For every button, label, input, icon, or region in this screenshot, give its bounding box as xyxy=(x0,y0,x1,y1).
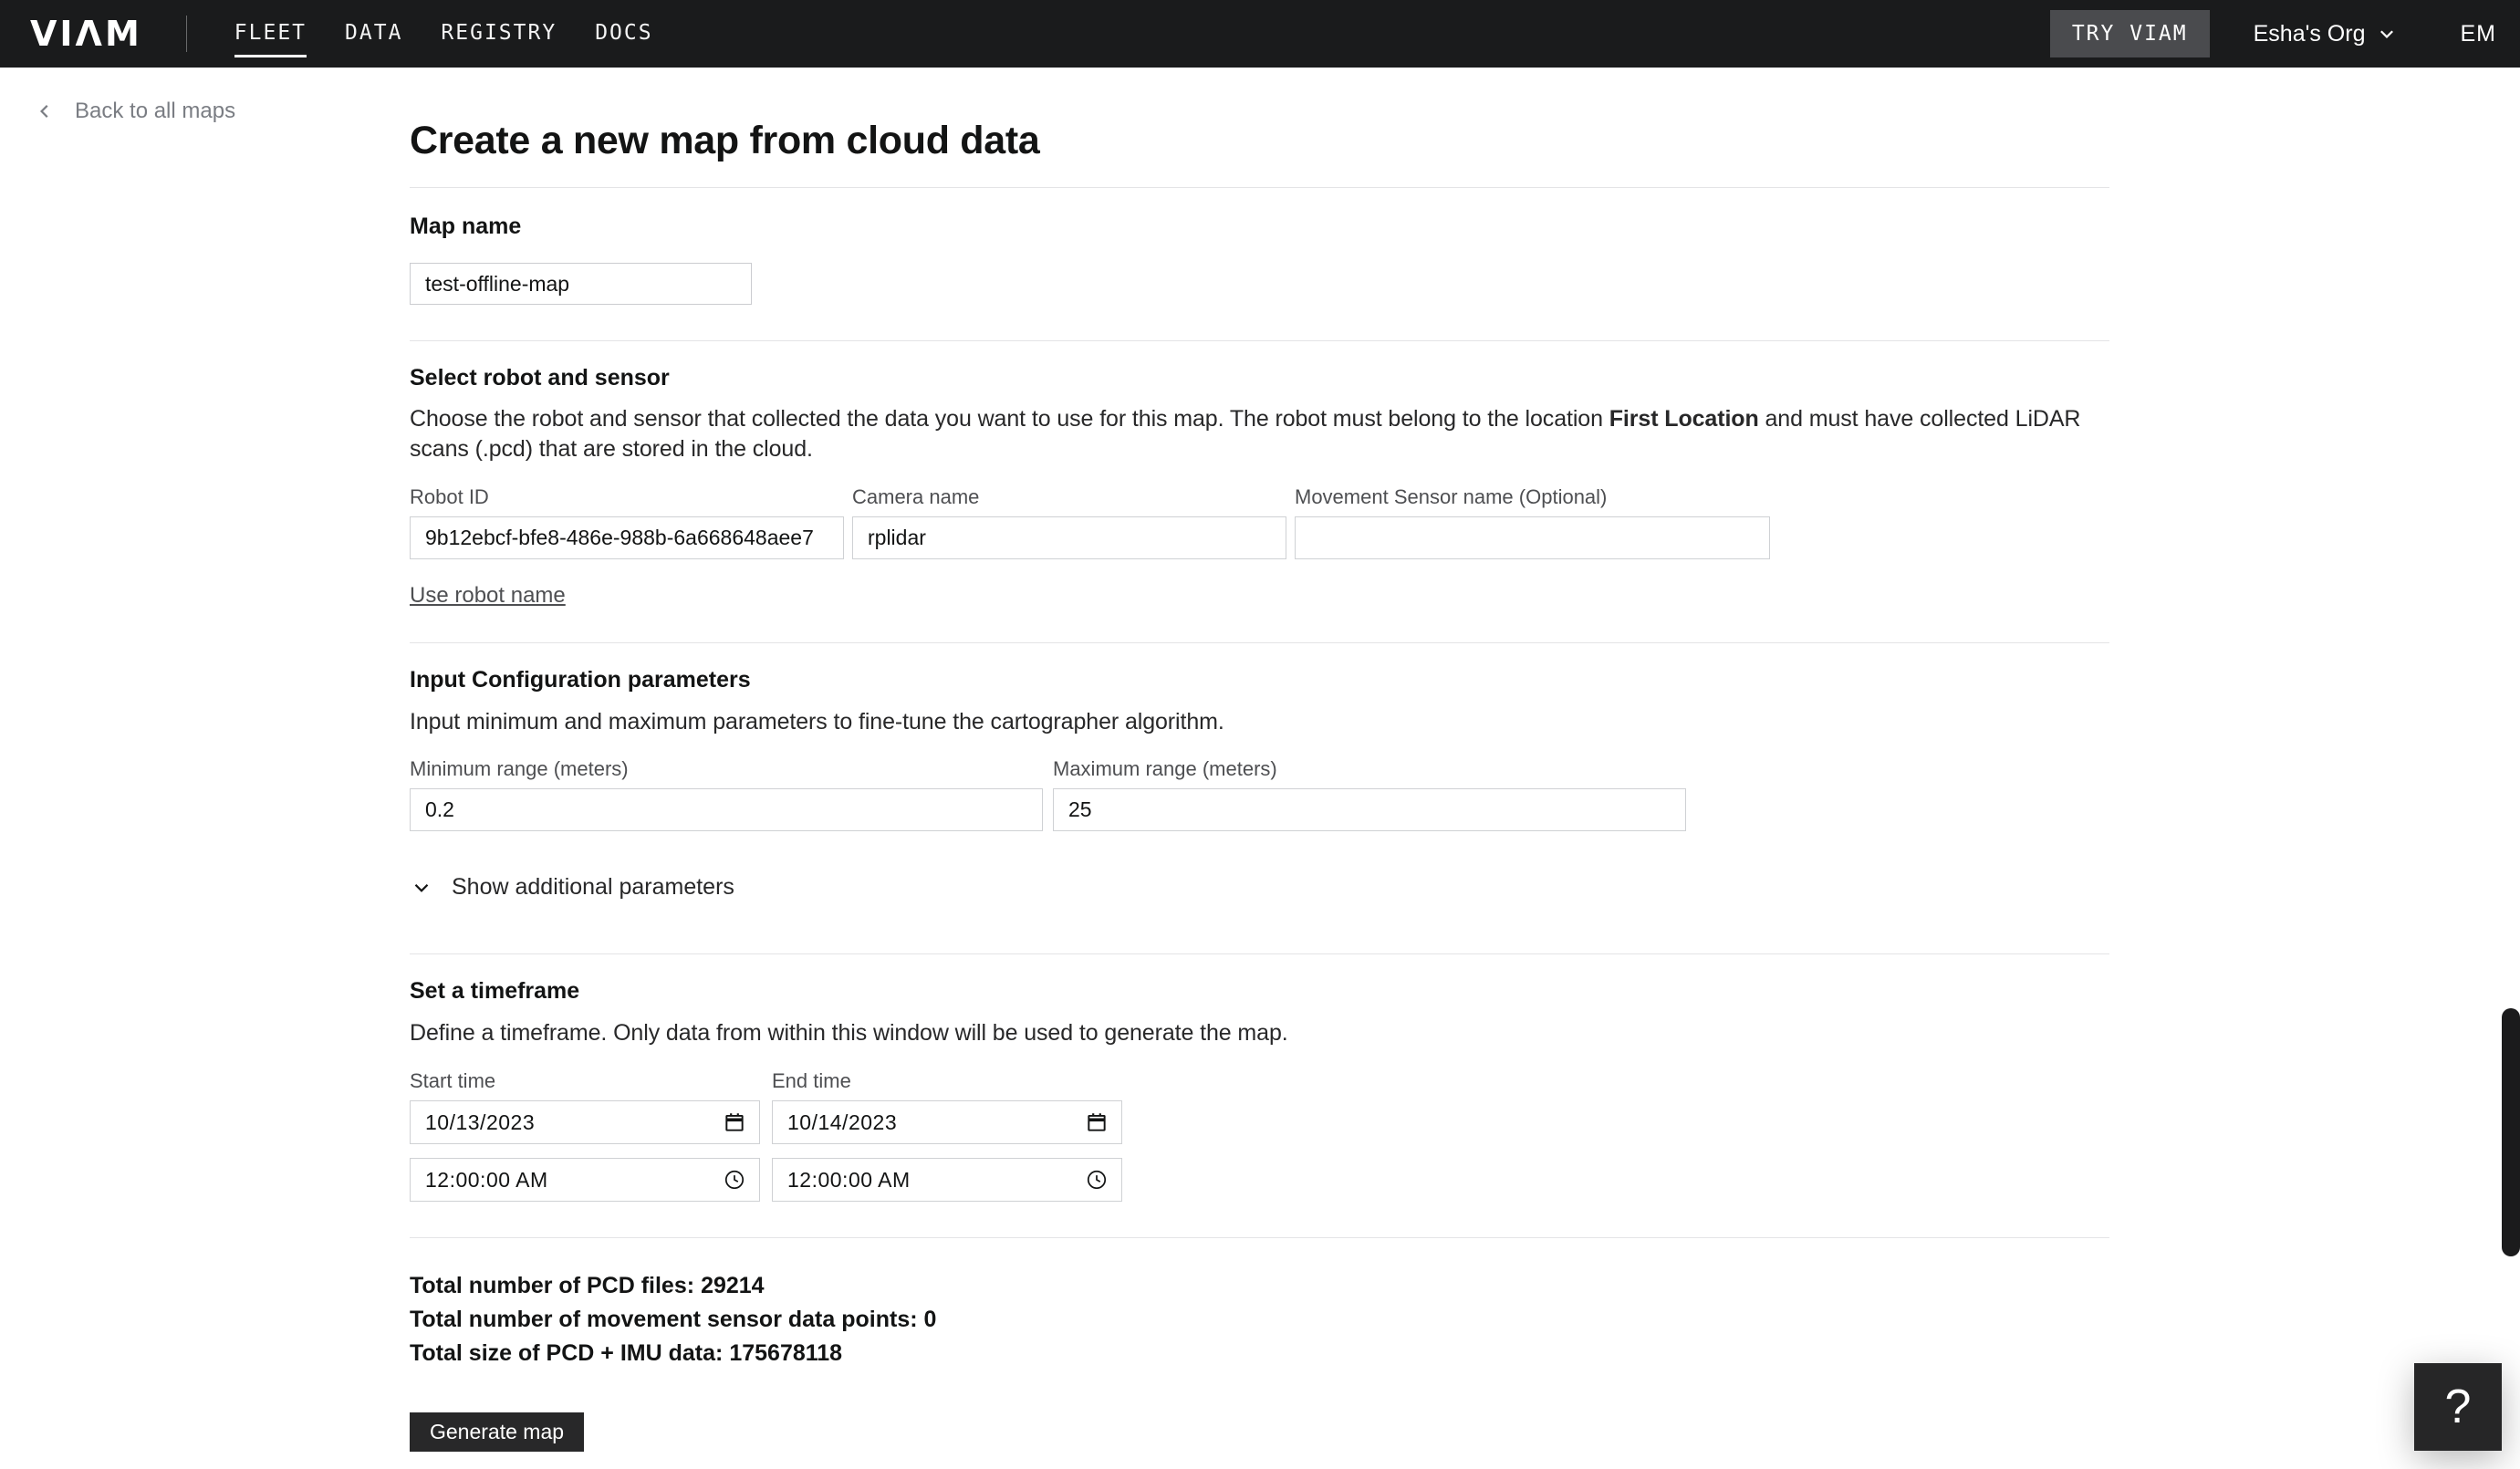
chevron-down-icon xyxy=(2377,24,2397,44)
robot-id-field-group: Robot ID xyxy=(410,485,844,559)
end-time-value: 12:00:00 AM xyxy=(787,1167,911,1192)
divider xyxy=(410,642,2109,643)
try-viam-button[interactable]: TRY VIAM xyxy=(2049,10,2210,57)
divider xyxy=(410,187,2109,188)
primary-nav: FLEET DATA REGISTRY DOCS xyxy=(234,8,653,59)
start-time-field-group: Start time 10/13/2023 xyxy=(410,1069,760,1144)
input-config-description: Input minimum and maximum parameters to … xyxy=(410,709,1224,734)
summary-label: Total size of PCD + IMU data: xyxy=(410,1340,724,1366)
movement-sensor-input[interactable] xyxy=(1295,516,1770,559)
back-to-all-maps-link[interactable]: Back to all maps xyxy=(35,99,235,124)
org-name: Esha's Org xyxy=(2253,20,2366,47)
end-clock-input[interactable]: 12:00:00 AM xyxy=(772,1158,1122,1202)
start-clock-input[interactable]: 12:00:00 AM xyxy=(410,1158,760,1202)
input-config-heading: Input Configuration parameters xyxy=(410,667,751,693)
map-name-heading: Map name xyxy=(410,214,522,239)
max-range-label: Maximum range (meters) xyxy=(1053,757,1277,780)
chevron-left-icon xyxy=(35,101,55,121)
start-date-value: 10/13/2023 xyxy=(425,1110,536,1134)
location-name: First Location xyxy=(1609,406,1759,432)
timeframe-heading: Set a timeframe xyxy=(410,978,580,1004)
back-link-label: Back to all maps xyxy=(75,99,236,123)
show-additional-parameters-toggle[interactable]: Show additional parameters xyxy=(410,874,734,901)
viam-logo[interactable]: VIΛM xyxy=(30,14,142,54)
help-button[interactable]: ? xyxy=(2414,1363,2502,1451)
start-time-value: 12:00:00 AM xyxy=(425,1167,548,1192)
movement-sensor-label: Movement Sensor name (Optional) xyxy=(1295,485,1608,508)
max-range-input[interactable] xyxy=(1053,788,1686,831)
end-date-input[interactable]: 10/14/2023 xyxy=(772,1100,1122,1144)
nav-link-registry[interactable]: REGISTRY xyxy=(441,8,557,59)
divider xyxy=(410,1237,2109,1238)
show-additional-parameters-label: Show additional parameters xyxy=(452,874,734,900)
pcd-imu-size-total: Total size of PCD + IMU data: 175678118 xyxy=(410,1337,2109,1370)
map-name-input[interactable] xyxy=(410,263,752,305)
movement-sensor-field-group: Movement Sensor name (Optional) xyxy=(1295,485,1770,559)
nav-link-data[interactable]: DATA xyxy=(345,8,402,59)
top-nav: VIΛM FLEET DATA REGISTRY DOCS TRY VIAM E… xyxy=(0,0,2520,68)
org-switcher[interactable]: Esha's Org xyxy=(2254,21,2397,47)
nav-link-fleet[interactable]: FLEET xyxy=(234,8,307,59)
datetime-grid: Start time 10/13/2023 End time 10/14/202… xyxy=(410,1069,2109,1202)
summary-value: 29214 xyxy=(701,1273,765,1298)
generate-map-button[interactable]: Generate map xyxy=(410,1412,585,1452)
summary-value: 175678118 xyxy=(729,1340,843,1366)
range-fields-row: Minimum range (meters) Maximum range (me… xyxy=(410,757,2109,831)
pcd-files-total: Total number of PCD files: 29214 xyxy=(410,1269,2109,1303)
min-range-input[interactable] xyxy=(410,788,1043,831)
camera-name-input[interactable] xyxy=(852,516,1286,559)
movement-sensor-points-total: Total number of movement sensor data poi… xyxy=(410,1303,2109,1337)
timeframe-description: Define a timeframe. Only data from withi… xyxy=(410,1020,1288,1046)
camera-name-label: Camera name xyxy=(852,485,980,508)
start-date-input[interactable]: 10/13/2023 xyxy=(410,1100,760,1144)
nav-divider xyxy=(185,16,187,52)
camera-name-field-group: Camera name xyxy=(852,485,1286,559)
nav-right: TRY VIAM Esha's Org EM xyxy=(2049,10,2497,57)
chevron-down-icon xyxy=(410,876,433,900)
select-robot-heading: Select robot and sensor xyxy=(410,365,670,391)
use-robot-name-link[interactable]: Use robot name xyxy=(410,583,566,609)
robot-id-label: Robot ID xyxy=(410,485,489,508)
calendar-icon[interactable] xyxy=(723,1110,746,1134)
start-time-label: Start time xyxy=(410,1069,496,1092)
robot-fields-row: Robot ID Camera name Movement Sensor nam… xyxy=(410,485,2109,559)
end-time-field-group: End time 10/14/2023 xyxy=(772,1069,1122,1144)
description-text: Choose the robot and sensor that collect… xyxy=(410,406,1609,432)
main-content: Create a new map from cloud data Map nam… xyxy=(410,68,2109,1452)
divider xyxy=(410,953,2109,954)
robot-id-input[interactable] xyxy=(410,516,844,559)
page-title: Create a new map from cloud data xyxy=(410,119,1040,162)
calendar-icon[interactable] xyxy=(1085,1110,1109,1134)
data-summary: Total number of PCD files: 29214 Total nu… xyxy=(410,1269,2109,1370)
min-range-field-group: Minimum range (meters) xyxy=(410,757,1043,831)
avatar[interactable]: EM xyxy=(2461,21,2497,47)
min-range-label: Minimum range (meters) xyxy=(410,757,629,780)
vertical-scrollbar-thumb[interactable] xyxy=(2502,1008,2520,1256)
summary-label: Total number of movement sensor data poi… xyxy=(410,1307,918,1332)
nav-link-docs[interactable]: DOCS xyxy=(595,8,652,59)
clock-icon[interactable] xyxy=(1085,1168,1109,1192)
end-date-value: 10/14/2023 xyxy=(787,1110,898,1134)
clock-icon[interactable] xyxy=(723,1168,746,1192)
summary-value: 0 xyxy=(923,1307,937,1332)
end-time-label: End time xyxy=(772,1069,851,1092)
summary-label: Total number of PCD files: xyxy=(410,1273,695,1298)
divider xyxy=(410,340,2109,341)
select-robot-description: Choose the robot and sensor that collect… xyxy=(410,404,2109,464)
max-range-field-group: Maximum range (meters) xyxy=(1053,757,1686,831)
